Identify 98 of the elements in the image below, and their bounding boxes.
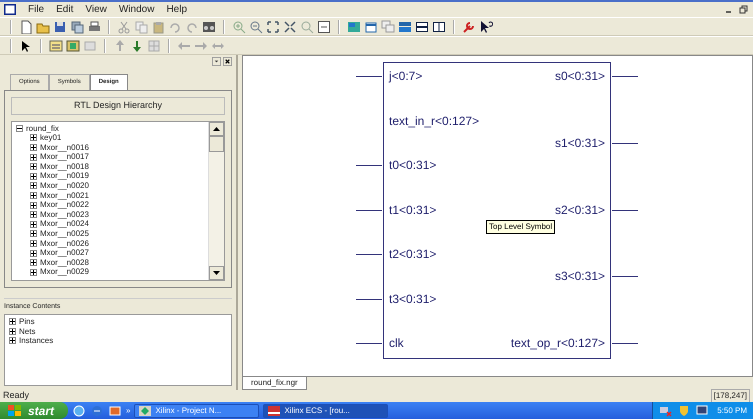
taskbar-button[interactable]: Xilinx - Project N... — [134, 404, 260, 418]
menu-item[interactable]: Window — [118, 2, 154, 17]
expand-icon[interactable] — [9, 337, 16, 344]
restore-icon[interactable] — [737, 4, 749, 15]
app-icon — [139, 406, 152, 416]
panel-header: RTL Design Hierarchy — [11, 97, 225, 114]
start-button[interactable]: start — [0, 402, 68, 419]
block-icon[interactable] — [66, 38, 80, 52]
scroll-up-icon[interactable] — [213, 126, 220, 130]
tree-item[interactable]: Mxor__n0021 — [40, 190, 89, 200]
app-icon — [268, 406, 280, 416]
expand-icon[interactable] — [30, 250, 37, 257]
tile-icon[interactable] — [398, 20, 412, 34]
tree-item[interactable]: Mxor__n0027 — [40, 248, 89, 258]
tree-item[interactable]: Mxor__n0025 — [40, 229, 89, 239]
menu-item[interactable]: File — [28, 2, 44, 17]
tree-item[interactable]: Mxor__n0024 — [40, 219, 89, 230]
globe-icon[interactable] — [72, 404, 86, 418]
tree-item[interactable]: Mxor__n0019 — [40, 171, 89, 182]
new-file-icon[interactable] — [19, 20, 33, 34]
expand-icon[interactable] — [30, 172, 37, 180]
help-pointer-icon[interactable] — [479, 20, 493, 34]
expand-icon[interactable] — [30, 240, 37, 247]
document-tab[interactable]: round_fix.ngr — [242, 377, 307, 390]
pin-label: j<0:7> — [389, 69, 422, 83]
tree-item[interactable]: Mxor__n0020 — [40, 181, 89, 191]
tooltip: Top Level Symbol — [486, 220, 556, 234]
expand-icon[interactable] — [30, 154, 37, 161]
pin-label: t0<0:31> — [389, 158, 436, 172]
vertical-split-icon[interactable] — [432, 20, 446, 34]
expand-icon[interactable] — [30, 259, 37, 266]
collapse-icon[interactable] — [16, 124, 23, 132]
desktop-icon[interactable] — [108, 404, 122, 418]
tree-root[interactable]: round_fix — [26, 124, 59, 134]
tree-item[interactable]: Mxor__n0028 — [40, 258, 89, 268]
expand-icon[interactable] — [30, 220, 37, 228]
symbol-box[interactable] — [383, 62, 611, 359]
expand-icon[interactable] — [9, 328, 16, 335]
expand-icon[interactable] — [30, 211, 37, 218]
tree-item[interactable]: key01 — [40, 133, 62, 143]
tree-item[interactable]: Mxor__n0023 — [40, 210, 89, 220]
pin-label: t3<0:31> — [389, 292, 436, 306]
pin-label: s0<0:31> — [554, 69, 605, 83]
wrench-icon[interactable] — [462, 20, 476, 34]
zoom-fit-icon[interactable] — [283, 20, 297, 34]
expand-icon[interactable] — [30, 163, 37, 170]
tree-item[interactable]: Mxor__n0022 — [40, 200, 89, 210]
tree-root[interactable]: Nets — [19, 326, 36, 336]
panel-icon[interactable] — [347, 20, 361, 34]
copy-pages-icon[interactable] — [70, 20, 84, 34]
app-icon — [4, 4, 16, 15]
zoom-out-icon[interactable] — [249, 20, 263, 34]
expand-icon[interactable] — [30, 144, 37, 151]
expand-icon[interactable] — [9, 318, 16, 326]
expand-icon[interactable] — [30, 268, 37, 276]
menu-item[interactable]: Edit — [56, 2, 74, 17]
push-down-icon[interactable] — [130, 38, 144, 52]
tree-item[interactable]: Mxor__n0029 — [40, 267, 89, 277]
expand-icon[interactable] — [30, 202, 37, 209]
pin-label: t1<0:31> — [389, 202, 436, 216]
scrollbar[interactable] — [208, 122, 224, 280]
expand-icon[interactable] — [30, 192, 37, 199]
tree-root[interactable]: Pins — [19, 317, 35, 327]
scroll-down-icon[interactable] — [213, 270, 220, 274]
print-icon[interactable] — [87, 20, 101, 34]
horizontal-split-icon[interactable] — [415, 20, 429, 34]
pin-label: s2<0:31> — [554, 202, 605, 216]
tree-item[interactable]: Mxor__n0016 — [40, 142, 89, 152]
expand-icon[interactable] — [30, 182, 37, 190]
monitor-icon[interactable] — [694, 404, 709, 418]
zoom-box-icon[interactable] — [317, 20, 331, 34]
tree-item[interactable]: Mxor__n0026 — [40, 238, 89, 248]
menu-item[interactable]: Help — [166, 2, 188, 17]
pin-label: s3<0:31> — [554, 269, 605, 284]
zoom-full-icon[interactable] — [266, 20, 280, 34]
more-button[interactable]: » — [126, 404, 130, 416]
tree-root[interactable]: Instances — [19, 336, 54, 346]
pin-label: t2<0:31> — [389, 247, 436, 261]
scroll-thumb[interactable] — [209, 136, 224, 152]
dropdown-icon[interactable] — [212, 57, 221, 66]
windows-flag-icon — [8, 404, 22, 416]
pin-label: s1<0:31> — [554, 136, 605, 150]
pin-label: clk — [389, 336, 404, 350]
schematic-icon[interactable] — [49, 38, 63, 52]
tree-item[interactable]: Mxor__n0017 — [40, 152, 89, 162]
expand-icon[interactable] — [30, 134, 37, 142]
save-icon[interactable] — [53, 20, 67, 34]
tree-item[interactable]: Mxor__n0018 — [40, 162, 89, 172]
status-text: Ready — [3, 389, 30, 402]
window-icon[interactable] — [364, 20, 378, 34]
expand-icon[interactable] — [30, 230, 37, 238]
menu-item[interactable]: View — [85, 2, 107, 17]
clock: 5:50 PM — [717, 404, 747, 416]
pin-label: text_op_r<0:127> — [510, 336, 605, 350]
taskbar-button[interactable]: Xilinx ECS - [rou... — [263, 404, 388, 418]
close-icon[interactable] — [223, 57, 232, 66]
pin-label: text_in_r<0:127> — [389, 114, 480, 128]
binoculars-icon[interactable] — [202, 20, 216, 34]
